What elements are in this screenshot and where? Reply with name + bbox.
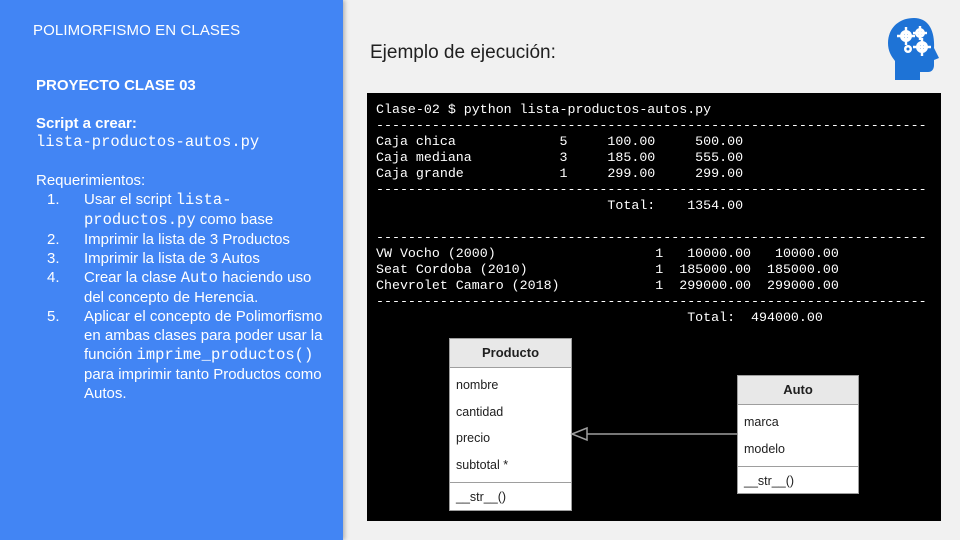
requirement-item: 5. Aplicar el concepto de Polimorfismo en… bbox=[47, 308, 323, 402]
requirements-label: Requerimientos: bbox=[36, 172, 146, 189]
uml-attribute: nombre bbox=[456, 378, 499, 392]
requirement-item: 2. Imprimir la lista de 3 Productos bbox=[47, 231, 290, 248]
brain-gears-icon bbox=[888, 18, 939, 80]
slide-title: POLIMORFISMO EN CLASES bbox=[33, 22, 241, 39]
uml-methods: __str__() bbox=[450, 483, 571, 511]
left-panel: POLIMORFISMO EN CLASES PROYECTO CLASE 03… bbox=[0, 0, 343, 540]
terminal-text: Clase-02 $ python lista-productos-autos.… bbox=[376, 102, 927, 325]
uml-attribute: cantidad bbox=[456, 404, 504, 419]
slide-content: PROYECTO CLASE 03 Script a crear: lista-… bbox=[36, 76, 326, 403]
example-heading: Ejemplo de ejecución: bbox=[370, 42, 556, 63]
inheritance-arrow bbox=[569, 426, 737, 442]
requirements-list: 1. Usar el script lista-productos.py como… bbox=[36, 190, 326, 403]
uml-class-auto: Auto marca modelo __str__() bbox=[737, 375, 859, 494]
script-name: lista-productos-autos.py bbox=[36, 133, 260, 151]
inline-code: Auto bbox=[180, 269, 218, 287]
uml-attributes: marca modelo bbox=[738, 405, 858, 467]
requirement-item: 1. Usar el script lista-productos.py como… bbox=[47, 191, 274, 229]
uml-method: __str__() bbox=[456, 490, 507, 504]
uml-class-name: Producto bbox=[450, 339, 571, 368]
uml-methods: __str__() bbox=[738, 467, 858, 495]
uml-attribute: marca bbox=[744, 415, 779, 429]
inline-code: imprime_productos() bbox=[136, 346, 314, 364]
uml-class-producto: Producto nombre cantidad precio subtotal… bbox=[449, 338, 572, 511]
uml-method: __str__() bbox=[744, 474, 795, 488]
uml-attribute: modelo bbox=[744, 441, 785, 456]
uml-class-name: Auto bbox=[738, 376, 858, 405]
uml-attributes: nombre cantidad precio subtotal * bbox=[450, 368, 571, 483]
requirement-item: 3. Imprimir la lista de 3 Autos bbox=[47, 250, 260, 267]
project-title: PROYECTO CLASE 03 bbox=[36, 77, 196, 94]
uml-attribute: subtotal * bbox=[456, 457, 509, 472]
requirement-item: 4. Crear la clase Auto haciendo uso del c… bbox=[47, 269, 312, 306]
script-label: Script a crear: bbox=[36, 115, 137, 132]
uml-attribute: precio bbox=[456, 431, 491, 445]
